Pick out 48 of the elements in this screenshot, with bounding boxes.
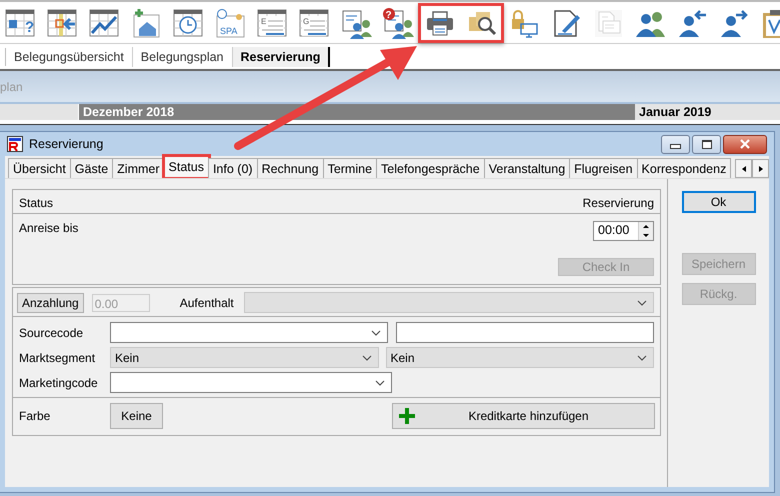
time-spinner[interactable]: 00:00: [593, 221, 654, 241]
clock-icon[interactable]: [172, 6, 204, 38]
scroll-left-button[interactable]: [735, 159, 752, 178]
line-chart-icon[interactable]: [88, 6, 120, 38]
group-heading: Status: [19, 196, 54, 210]
document-tab[interactable]: Belegungsübersicht: [6, 46, 133, 66]
field-label: Marktsegment: [19, 350, 96, 364]
field-label: Sourcecode: [19, 326, 84, 340]
field-label: Marketingcode: [19, 376, 99, 390]
month-header: Dezember 2018: [78, 104, 635, 120]
app-icon: [7, 136, 23, 152]
dialog-tab[interactable]: Korrespondenz: [636, 158, 732, 178]
dialog-tab[interactable]: Telefongespräche: [376, 158, 485, 178]
chevron-down-icon: [375, 380, 385, 386]
dialog-tab[interactable]: Veranstaltung: [484, 158, 570, 178]
dialog-tab[interactable]: Flugreisen: [569, 158, 638, 178]
text-field[interactable]: [396, 322, 654, 343]
dialog-tab[interactable]: Übersicht: [8, 158, 71, 178]
dialog-tab[interactable]: Status: [164, 156, 209, 178]
month-header: Januar 2019: [635, 104, 780, 120]
field-label: Farbe: [19, 409, 52, 423]
minimize-button[interactable]: [661, 134, 690, 154]
dropdown[interactable]: [110, 372, 392, 393]
field-label: Aufenthalt: [180, 296, 234, 310]
chevron-down-icon: [370, 330, 381, 336]
deposit-button[interactable]: Anzahlung: [17, 292, 84, 312]
document-tab[interactable]: Reservierung: [232, 46, 330, 66]
dialog-button[interactable]: Ok: [682, 191, 756, 213]
chevron-down-icon: [362, 354, 372, 360]
plan-title: plan: [0, 80, 23, 94]
chevron-down-icon: [637, 300, 647, 306]
dialog-title: Reservierung: [29, 137, 104, 151]
column-heading: Reservierung: [582, 196, 654, 210]
list-icon[interactable]: G: [298, 6, 330, 38]
scroll-right-button[interactable]: [752, 159, 769, 178]
list-icon[interactable]: E: [256, 6, 288, 38]
dialog-tab[interactable]: Info (0): [208, 158, 258, 178]
dialog-tab[interactable]: Rechnung: [256, 158, 324, 178]
calendar-question-icon[interactable]: ?: [4, 6, 36, 38]
color-button[interactable]: Keine: [110, 403, 163, 429]
close-button[interactable]: [723, 134, 767, 154]
close-icon: [740, 139, 750, 149]
plus-icon: [397, 406, 417, 426]
maximize-button[interactable]: [692, 134, 721, 154]
chevron-down-icon: [637, 354, 647, 360]
add-credit-card-button[interactable]: Kreditkarte hinzufügen: [392, 403, 655, 429]
dropdown[interactable]: [110, 322, 388, 343]
field-label: Anreise bis: [19, 221, 78, 235]
